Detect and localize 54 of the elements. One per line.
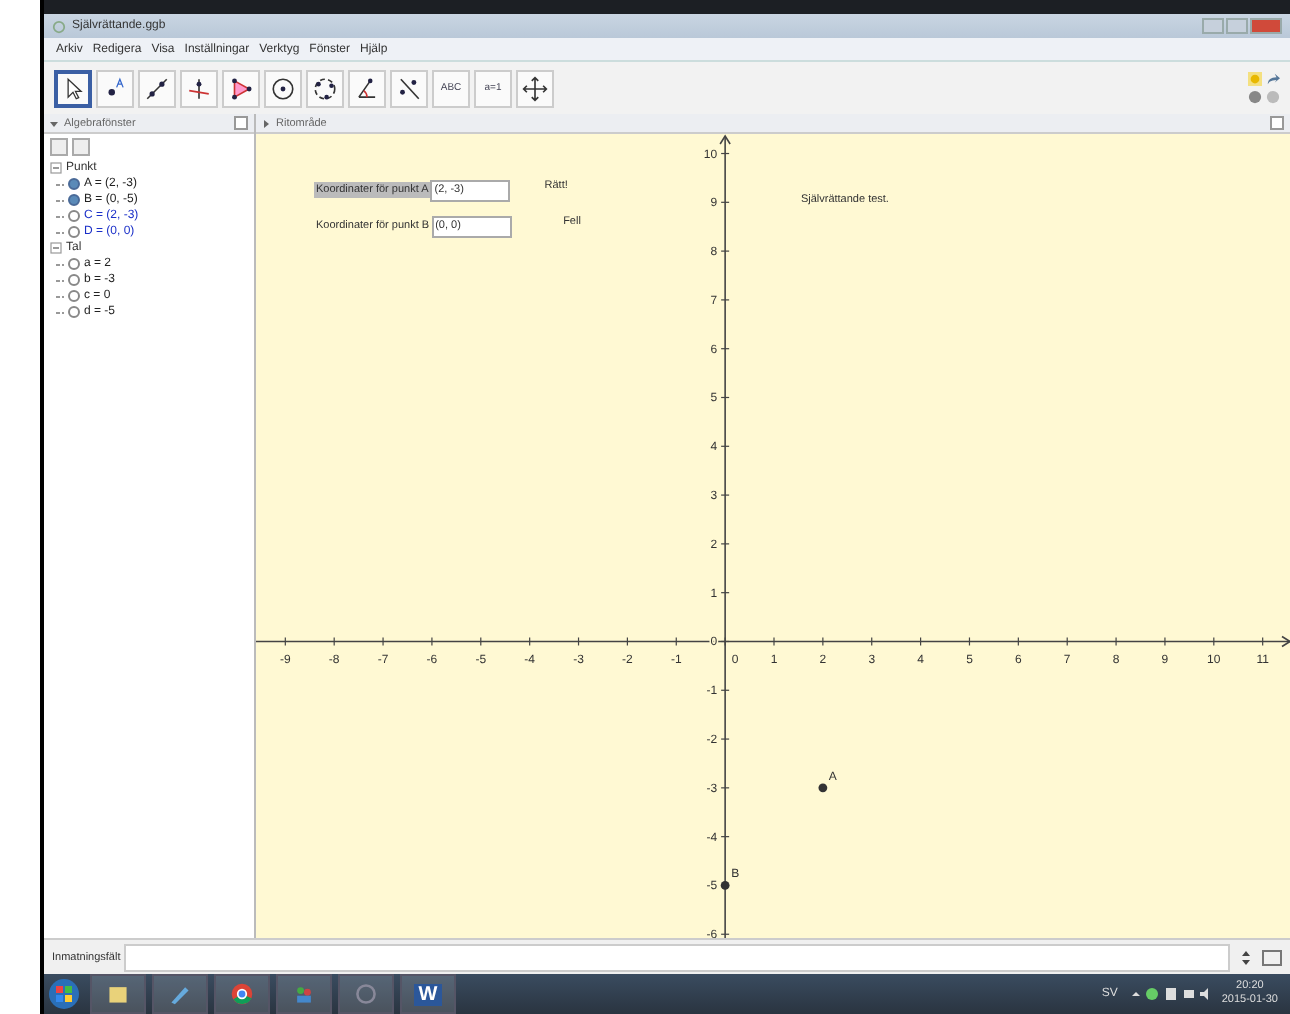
circle-tool[interactable]: [264, 69, 302, 107]
visibility-toggle[interactable]: [68, 306, 80, 318]
visibility-toggle[interactable]: [68, 258, 80, 270]
point-tool[interactable]: [96, 69, 134, 107]
expand-icon[interactable]: [262, 119, 270, 127]
sort-button[interactable]: [50, 138, 68, 156]
people-taskbar-button[interactable]: [276, 974, 332, 1014]
circle-icon: [270, 75, 296, 101]
reflect-tool[interactable]: [390, 69, 428, 107]
expand-icon[interactable]: [50, 242, 62, 254]
word-taskbar-button[interactable]: W: [400, 974, 456, 1014]
point[interactable]: [818, 783, 828, 793]
panel-close-button[interactable]: [234, 116, 248, 130]
visibility-toggle[interactable]: [68, 226, 80, 238]
point[interactable]: [720, 881, 730, 890]
polygon-tool[interactable]: [222, 69, 260, 107]
angle-icon: [354, 75, 380, 101]
circle3-tool[interactable]: [306, 69, 344, 107]
chrome-taskbar-button[interactable]: [214, 974, 270, 1014]
visibility-toggle[interactable]: [68, 178, 80, 190]
circle3-icon: [312, 75, 338, 101]
panel-close-button[interactable]: [1270, 116, 1284, 130]
view-button[interactable]: [72, 138, 90, 156]
move-icon: [522, 75, 548, 101]
visibility-toggle[interactable]: [68, 194, 80, 206]
start-icon[interactable]: [48, 978, 80, 1010]
circle-icon: [354, 982, 378, 1006]
people-icon: [292, 982, 316, 1006]
visibility-toggle[interactable]: [68, 210, 80, 222]
visibility-toggle[interactable]: [68, 274, 80, 286]
redo-icon[interactable]: [1266, 72, 1280, 86]
folder-icon: [106, 982, 130, 1006]
spinner-icon[interactable]: [1242, 949, 1250, 965]
polygon-icon: [228, 75, 254, 101]
perpendicular-tool[interactable]: [180, 69, 218, 107]
collapse-icon[interactable]: [50, 119, 58, 127]
angle-tool[interactable]: [348, 69, 386, 107]
pen-icon: [168, 982, 192, 1006]
app-icon: [52, 19, 66, 33]
move-tool[interactable]: [516, 69, 554, 107]
explorer-taskbar-button[interactable]: [90, 974, 146, 1014]
line-icon: [144, 75, 170, 101]
keyboard-button[interactable]: [1262, 949, 1282, 965]
paint-taskbar-button[interactable]: [152, 974, 208, 1014]
input-bar-field[interactable]: [124, 943, 1230, 971]
browser-icon: [230, 982, 254, 1006]
expand-icon[interactable]: [50, 162, 62, 174]
tray-icons[interactable]: [1129, 986, 1210, 1002]
line-tool[interactable]: [138, 69, 176, 107]
pointer-tool[interactable]: [54, 69, 92, 107]
perpendicular-icon: [186, 75, 212, 101]
reflect-icon: [396, 75, 422, 101]
visibility-toggle[interactable]: [68, 290, 80, 302]
geogebra-taskbar-button[interactable]: [338, 974, 394, 1014]
